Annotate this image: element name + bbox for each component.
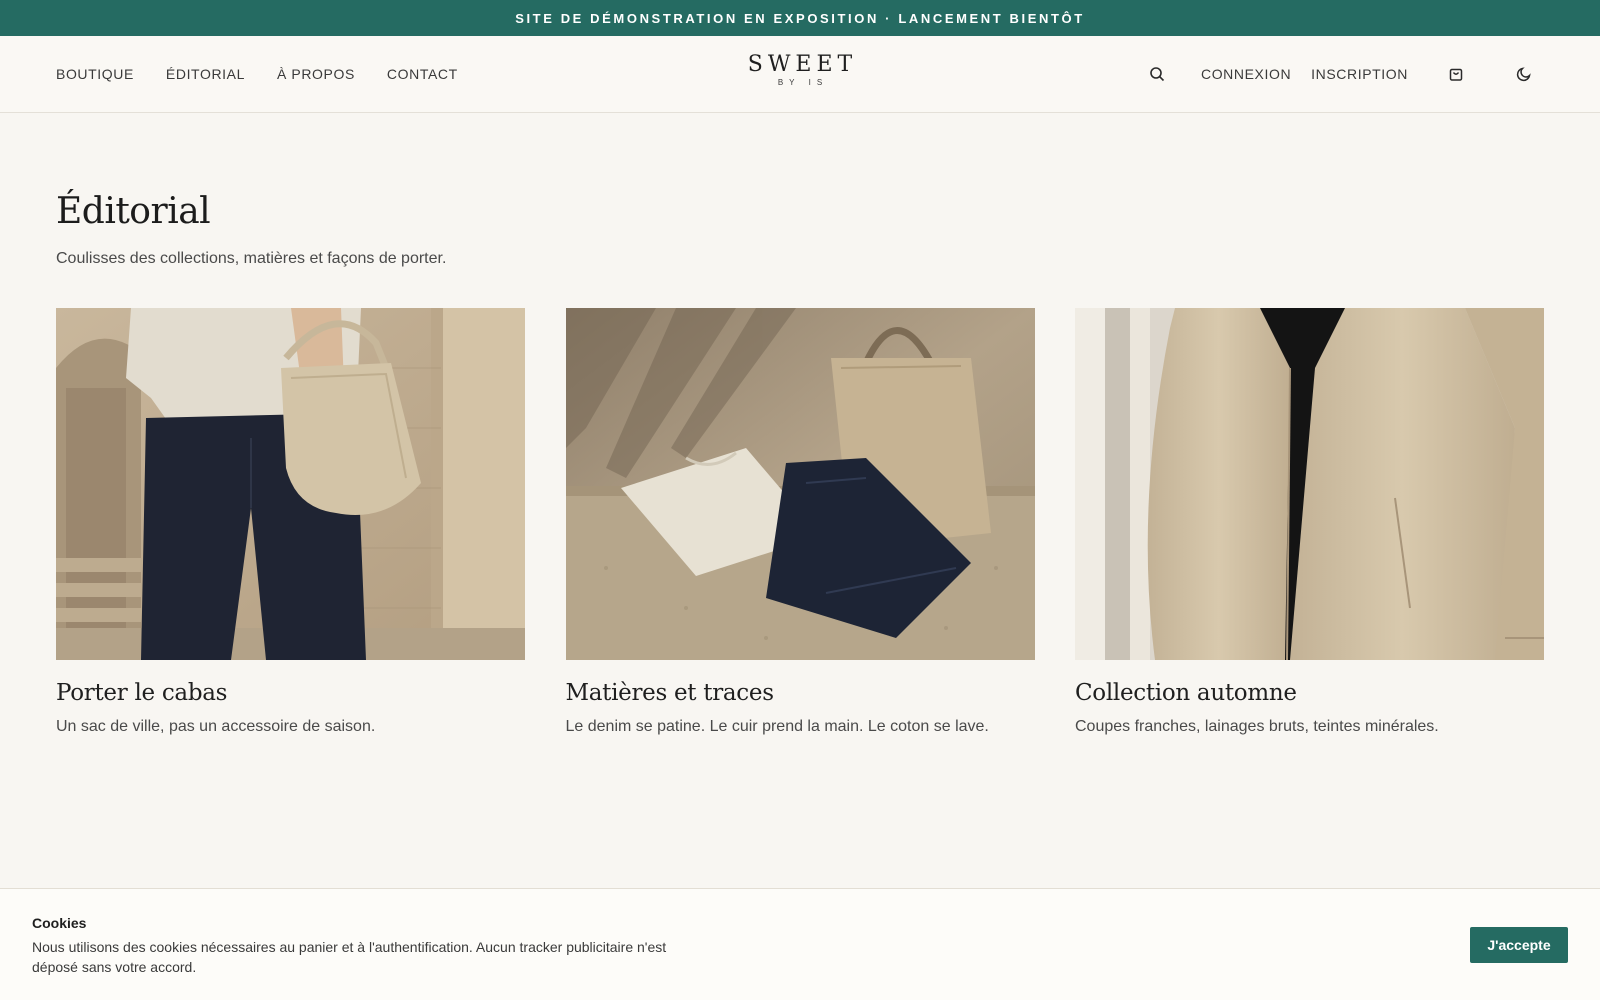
page-subtitle: Coulisses des collections, matières et f… — [56, 250, 447, 267]
search-icon[interactable] — [1147, 64, 1167, 84]
moon-icon[interactable] — [1514, 64, 1534, 84]
article-card-matieres-et-traces[interactable]: Matières et traces Le denim se patine. L… — [565, 308, 1035, 736]
cookie-title: Cookies — [32, 915, 87, 931]
announcement-text: SITE DE DÉMONSTRATION EN EXPOSITION · LA… — [515, 10, 1085, 26]
article-card-collection-automne[interactable]: Collection automne Coupes franches, lain… — [1075, 308, 1544, 736]
page-title: Éditorial — [56, 191, 211, 232]
cookie-banner: Cookies Nous utilisons des cookies néces… — [0, 888, 1600, 1000]
article-excerpt: Le denim se patine. Le cuir prend la mai… — [565, 718, 989, 735]
article-card-porter-le-cabas[interactable]: Porter le cabas Un sac de ville, pas un … — [56, 308, 525, 736]
cookie-text: Nous utilisons des cookies nécessaires a… — [32, 939, 667, 975]
cart-icon[interactable] — [1446, 64, 1466, 84]
site-header: BOUTIQUE ÉDITORIAL À PROPOS CONTACT SWEE… — [0, 36, 1600, 113]
signup-link[interactable]: INSCRIPTION — [1311, 66, 1408, 82]
article-title[interactable]: Matières et traces — [566, 680, 1035, 706]
article-excerpt: Coupes franches, lainages bruts, teintes… — [1075, 718, 1439, 735]
announcement-bar: SITE DE DÉMONSTRATION EN EXPOSITION · LA… — [0, 0, 1600, 36]
editorial-main: Éditorial Coulisses des collections, mat… — [0, 113, 1600, 736]
accept-cookies-button[interactable]: J'accepte — [1470, 927, 1568, 963]
article-grid: Porter le cabas Un sac de ville, pas un … — [56, 308, 1544, 736]
article-excerpt: Un sac de ville, pas un accessoire de sa… — [56, 718, 376, 735]
article-title[interactable]: Porter le cabas — [56, 680, 525, 706]
article-title[interactable]: Collection automne — [1075, 680, 1544, 706]
account-nav: CONNEXION INSCRIPTION — [1147, 36, 1600, 112]
login-link[interactable]: CONNEXION — [1201, 66, 1291, 82]
article-image-trench-coat[interactable] — [1075, 308, 1544, 660]
article-image-folded-garments[interactable] — [565, 308, 1035, 660]
article-image-tote-street[interactable] — [56, 308, 525, 660]
